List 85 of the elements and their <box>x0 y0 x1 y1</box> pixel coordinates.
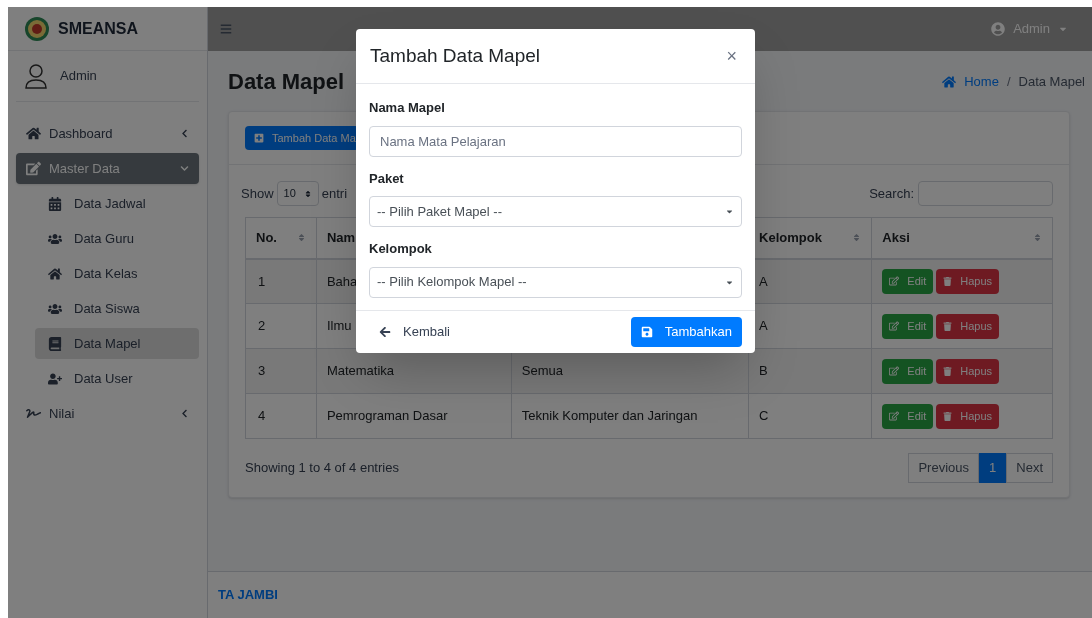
sidebar-menu-item[interactable]: Master Data <box>16 153 199 184</box>
chevron-left-icon <box>180 409 189 418</box>
table-info: Showing 1 to 4 of 4 entries <box>245 459 399 478</box>
table-cell: 4 <box>245 393 317 439</box>
house-icon <box>48 266 62 281</box>
sidebar-submenu-item[interactable]: Data Siswa <box>35 293 199 324</box>
input-field[interactable]: Nama Mata Pelajaran <box>369 125 742 157</box>
save-icon <box>640 325 653 338</box>
trash-icon <box>943 366 953 376</box>
pagination-button[interactable]: Next <box>1006 453 1053 483</box>
logo-icon <box>24 15 50 42</box>
house-icon <box>26 126 41 141</box>
users-icon <box>48 301 62 316</box>
signature-icon <box>26 406 41 421</box>
arrow-left-icon <box>379 325 391 338</box>
edit-icon <box>26 161 41 176</box>
chevron-down-icon <box>180 164 189 173</box>
field-label: Paket <box>369 169 405 188</box>
delete-button[interactable]: Hapus <box>936 268 1000 294</box>
user-name: Admin <box>60 67 97 86</box>
edit-button[interactable]: Edit <box>882 313 934 339</box>
column-header[interactable]: No. <box>245 217 317 259</box>
user-outline-icon <box>24 63 48 89</box>
sidebar-menu-item[interactable]: Nilai <box>16 398 199 429</box>
column-header[interactable]: Aksi <box>871 217 1053 259</box>
sidebar-submenu-item[interactable]: Data Jadwal <box>35 188 199 219</box>
edit-button[interactable]: Edit <box>882 403 934 429</box>
select-field[interactable]: -- Pilih Paket Mapel -- <box>369 196 742 227</box>
delete-button[interactable]: Hapus <box>936 358 1000 384</box>
table-cell: 3 <box>245 348 317 394</box>
breadcrumb-link[interactable]: Home <box>964 71 999 92</box>
delete-button[interactable]: Hapus <box>936 313 1000 339</box>
submit-button[interactable]: Tambahkan <box>630 316 742 347</box>
chevron-left-icon <box>180 129 189 138</box>
sidebar-submenu-item[interactable]: Data Kelas <box>35 258 199 289</box>
trash-icon <box>943 411 953 421</box>
back-button[interactable]: Kembali <box>369 316 460 347</box>
add-button[interactable]: Tambah Data Ma <box>245 126 359 150</box>
modal-title: Tambah Data Mapel <box>370 43 541 68</box>
delete-button[interactable]: Hapus <box>936 403 1000 429</box>
sidebar-submenu-item[interactable]: Data Guru <box>35 223 199 254</box>
edit-icon <box>889 276 900 287</box>
pagination-button[interactable]: 1 <box>979 453 1007 483</box>
users-icon <box>48 231 62 246</box>
sort-icon <box>852 233 862 243</box>
sidebar-submenu-item[interactable]: Data User <box>35 363 199 394</box>
sort-icon <box>296 233 306 243</box>
select-field[interactable]: -- Pilih Kelompok Mapel -- <box>369 266 742 298</box>
field-label: Nama Mapel <box>369 99 446 117</box>
table-cell: C <box>748 393 872 439</box>
edit-icon <box>889 411 900 421</box>
breadcrumb-separator: / <box>1006 72 1011 91</box>
brand-name: SMEANSA <box>58 18 138 39</box>
breadcrumb-current: Data Mapel <box>1018 72 1085 91</box>
search-label: Search: <box>869 184 914 203</box>
edit-button[interactable]: Edit <box>882 358 934 384</box>
trash-icon <box>943 276 953 286</box>
page-title: Data Mapel <box>228 68 345 96</box>
sort-icon <box>303 189 312 198</box>
edit-button[interactable]: Edit <box>882 268 934 294</box>
book-icon <box>48 336 62 351</box>
close-button[interactable]: × <box>722 42 741 70</box>
trash-icon <box>943 321 953 331</box>
house-icon <box>942 74 957 89</box>
sort-icon <box>1033 233 1042 243</box>
table-cell: Teknik Komputer dan Jaringan <box>511 393 749 439</box>
edit-icon <box>889 321 900 331</box>
show-label: Show <box>241 184 274 203</box>
entries-label: entri <box>321 184 348 203</box>
edit-icon <box>889 366 900 376</box>
entries-select[interactable]: 10 <box>276 181 319 206</box>
table-cell: 2 <box>245 303 317 349</box>
menu-icon[interactable] <box>220 23 232 35</box>
plus-icon <box>254 133 264 143</box>
footer-text: TA JAMBI <box>218 586 278 605</box>
pagination-button[interactable]: Previous <box>908 453 980 483</box>
table-cell: Pemrograman Dasar <box>316 393 512 439</box>
user-plus-icon <box>48 371 62 386</box>
sidebar-menu-item[interactable]: Dashboard <box>16 118 199 149</box>
sidebar-submenu-item[interactable]: Data Mapel <box>35 328 199 359</box>
caret-icon <box>725 207 734 216</box>
calendar-icon <box>48 196 62 211</box>
user-icon <box>991 22 1006 36</box>
field-label: Kelompok <box>369 240 433 258</box>
table-cell: 1 <box>245 258 317 304</box>
